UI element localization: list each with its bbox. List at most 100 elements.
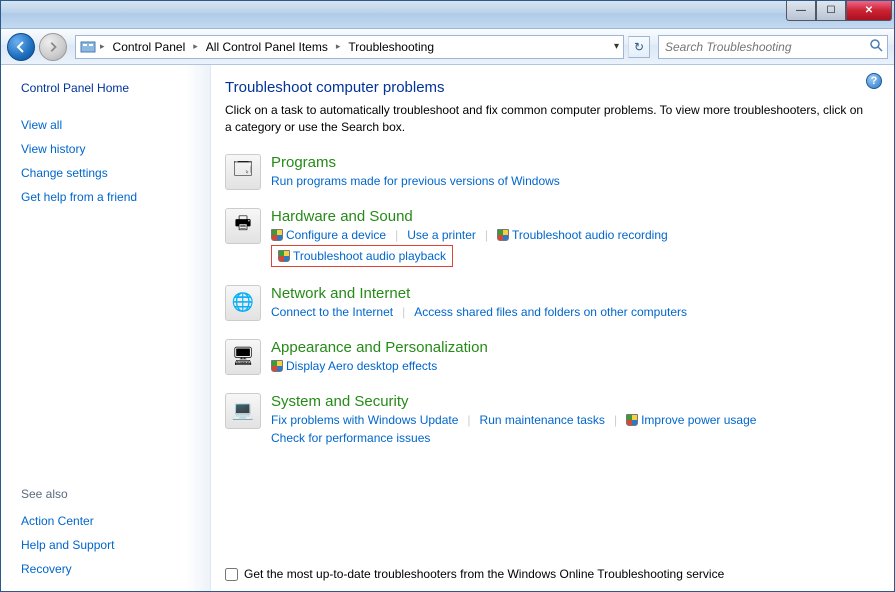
category-body: Appearance and Personalization Display Ae…	[271, 339, 870, 375]
sidebar: Control Panel Home View all View history…	[1, 65, 211, 591]
task-list: Display Aero desktop effects	[271, 358, 870, 374]
page-title: Troubleshoot computer problems	[225, 79, 870, 96]
category-icon: 🌐	[225, 285, 261, 321]
window-frame: — ☐ ✕ ▸ Control Panel ▸ All Control Pane…	[0, 0, 895, 592]
task-link[interactable]: Display Aero desktop effects	[271, 358, 437, 374]
task-link[interactable]: Check for performance issues	[271, 430, 430, 446]
category-icon: 🖶	[225, 208, 261, 244]
task-label: Access shared files and folders on other…	[414, 305, 687, 319]
online-troubleshooters-checkbox[interactable]	[225, 568, 238, 581]
task-list: Run programs made for previous versions …	[271, 173, 870, 189]
search-box[interactable]	[658, 35, 888, 59]
task-separator: |	[467, 413, 470, 427]
shield-icon	[626, 414, 638, 426]
category: 🖥 Appearance and Personalization Display A…	[225, 339, 870, 375]
task-label: Connect to the Internet	[271, 305, 393, 319]
shield-icon	[271, 360, 283, 372]
category-title[interactable]: Programs	[271, 154, 870, 171]
navigation-toolbar: ▸ Control Panel ▸ All Control Panel Item…	[1, 29, 894, 65]
category-icon: 🖥	[225, 339, 261, 375]
forward-button[interactable]	[39, 33, 67, 61]
task-label: Configure a device	[286, 228, 386, 242]
footer-checkbox-row: Get the most up-to-date troubleshooters …	[225, 567, 724, 581]
category-title[interactable]: Network and Internet	[271, 285, 870, 302]
sidebar-link-view-history[interactable]: View history	[21, 142, 198, 156]
category-title[interactable]: System and Security	[271, 393, 870, 410]
category-icon: 💻	[225, 393, 261, 429]
back-button[interactable]	[7, 33, 35, 61]
maximize-button[interactable]: ☐	[816, 1, 846, 21]
help-icon[interactable]: ?	[866, 73, 882, 89]
task-link[interactable]: Fix problems with Windows Update	[271, 412, 458, 428]
category-icon: 🗔	[225, 154, 261, 190]
footer-checkbox-label: Get the most up-to-date troubleshooters …	[244, 567, 724, 581]
address-bar[interactable]: ▸ Control Panel ▸ All Control Panel Item…	[75, 35, 624, 59]
titlebar[interactable]: — ☐ ✕	[1, 1, 894, 29]
task-link[interactable]: Access shared files and folders on other…	[414, 304, 687, 320]
task-link[interactable]: Improve power usage	[626, 412, 756, 428]
highlighted-task: Troubleshoot audio playback	[271, 245, 453, 267]
task-separator: |	[614, 413, 617, 427]
category: 🌐 Network and Internet Connect to the Inte…	[225, 285, 870, 321]
search-input[interactable]	[665, 40, 881, 54]
control-panel-home-link[interactable]: Control Panel Home	[21, 81, 198, 95]
shield-icon	[278, 250, 290, 262]
minimize-button[interactable]: —	[786, 1, 816, 21]
category-body: Programs Run programs made for previous v…	[271, 154, 870, 190]
task-separator: |	[402, 305, 405, 319]
task-link[interactable]: Run programs made for previous versions …	[271, 173, 560, 189]
task-link[interactable]: Troubleshoot audio playback	[278, 248, 446, 264]
task-list: Fix problems with Windows Update | Run mai…	[271, 412, 870, 446]
task-label: Check for performance issues	[271, 431, 430, 445]
address-dropdown[interactable]: ▾	[614, 41, 619, 52]
category-body: Hardware and Sound Configure a device | Use…	[271, 208, 870, 267]
category-title[interactable]: Appearance and Personalization	[271, 339, 870, 356]
main-content: ? Troubleshoot computer problems Click o…	[211, 65, 894, 591]
breadcrumb-control-panel[interactable]: Control Panel	[109, 40, 190, 54]
task-label: Fix problems with Windows Update	[271, 413, 458, 427]
task-list: Connect to the Internet | Access shared fi…	[271, 304, 870, 320]
category-title[interactable]: Hardware and Sound	[271, 208, 870, 225]
control-panel-icon	[80, 39, 96, 55]
task-separator: |	[395, 228, 398, 242]
task-link[interactable]: Connect to the Internet	[271, 304, 393, 320]
sidebar-link-get-help[interactable]: Get help from a friend	[21, 190, 198, 204]
category: 🖶 Hardware and Sound Configure a device | Us…	[225, 208, 870, 267]
breadcrumb-troubleshooting[interactable]: Troubleshooting	[344, 40, 438, 54]
see-also-recovery[interactable]: Recovery	[21, 562, 198, 576]
task-label: Display Aero desktop effects	[286, 359, 437, 373]
category: 🗔 Programs Run programs made for previous …	[225, 154, 870, 190]
task-link[interactable]: Troubleshoot audio recording	[497, 227, 668, 243]
task-link[interactable]: Configure a device	[271, 227, 386, 243]
sidebar-link-view-all[interactable]: View all	[21, 118, 198, 132]
chevron-right-icon[interactable]: ▸	[334, 41, 343, 52]
category-body: System and Security Fix problems with Win…	[271, 393, 870, 446]
task-label: Run maintenance tasks	[480, 413, 605, 427]
breadcrumb-all-items[interactable]: All Control Panel Items	[202, 40, 332, 54]
task-link[interactable]: Use a printer	[407, 227, 476, 243]
task-label: Use a printer	[407, 228, 476, 242]
task-label: Improve power usage	[641, 413, 756, 427]
see-also-help-support[interactable]: Help and Support	[21, 538, 198, 552]
chevron-right-icon[interactable]: ▸	[191, 41, 200, 52]
shield-icon	[271, 229, 283, 241]
see-also-label: See also	[21, 487, 198, 501]
task-separator: |	[485, 228, 488, 242]
chevron-right-icon[interactable]: ▸	[98, 41, 107, 52]
category-body: Network and Internet Connect to the Inter…	[271, 285, 870, 321]
task-link[interactable]: Run maintenance tasks	[480, 412, 605, 428]
content-body: Control Panel Home View all View history…	[1, 65, 894, 591]
task-label: Troubleshoot audio playback	[293, 249, 446, 263]
window-controls: — ☐ ✕	[786, 1, 892, 21]
page-description: Click on a task to automatically trouble…	[225, 102, 870, 136]
category: 💻 System and Security Fix problems with Wi…	[225, 393, 870, 446]
see-also-action-center[interactable]: Action Center	[21, 514, 198, 528]
task-list: Configure a device | Use a printer | Trouble…	[271, 227, 870, 267]
task-label: Run programs made for previous versions …	[271, 174, 560, 188]
refresh-button[interactable]: ↻	[628, 36, 650, 58]
shield-icon	[497, 229, 509, 241]
task-label: Troubleshoot audio recording	[512, 228, 668, 242]
search-icon[interactable]	[869, 38, 883, 55]
sidebar-link-change-settings[interactable]: Change settings	[21, 166, 198, 180]
close-button[interactable]: ✕	[846, 1, 892, 21]
